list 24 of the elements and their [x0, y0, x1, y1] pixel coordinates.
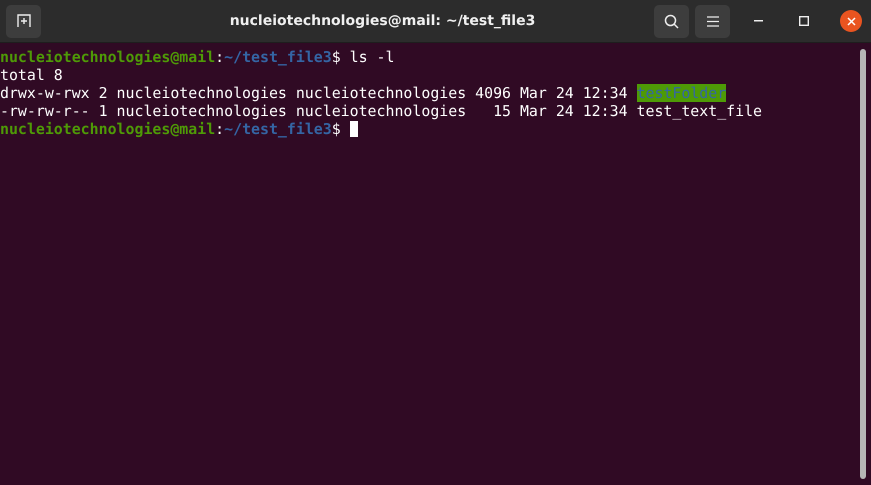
menu-icon — [706, 16, 718, 26]
terminal-text: drwx-w-rwx 2 nucleiotechnologies nucleiotechnologies 4096 Mar 24 12:34 — [0, 84, 629, 102]
terminal-text: $ — [332, 120, 342, 138]
prompt-path: ~/test_file3 — [224, 120, 332, 138]
prompt-path: ~/test_file3 — [224, 48, 332, 66]
menu-button[interactable] — [695, 4, 730, 38]
terminal-text: -rw-rw-r-- 1 nucleiotechnologies nucleiotechnologies 15 Mar 24 12:34 test_text_file — [0, 102, 762, 120]
minimize-icon — [754, 20, 762, 22]
close-icon — [846, 16, 856, 26]
prompt-user: nucleiotechnologies@mail — [0, 48, 216, 66]
new-tab-icon — [16, 14, 30, 28]
terminal-text: : — [215, 48, 224, 66]
search-icon — [664, 14, 679, 28]
terminal-text: : — [215, 120, 224, 138]
window-title: nucleiotechnologies@mail: ~/test_file3 — [228, 13, 536, 29]
search-button[interactable] — [654, 4, 689, 38]
terminal-text: $ ls -l — [332, 48, 394, 66]
new-tab-button[interactable] — [6, 4, 41, 38]
close-button[interactable] — [840, 10, 862, 32]
prompt-user: nucleiotechnologies@mail — [0, 120, 216, 138]
scrollbar[interactable] — [860, 49, 866, 479]
terminal-text: total 8 — [0, 66, 63, 84]
directory-name: testFolder — [636, 84, 726, 102]
maximize-icon — [799, 16, 809, 26]
